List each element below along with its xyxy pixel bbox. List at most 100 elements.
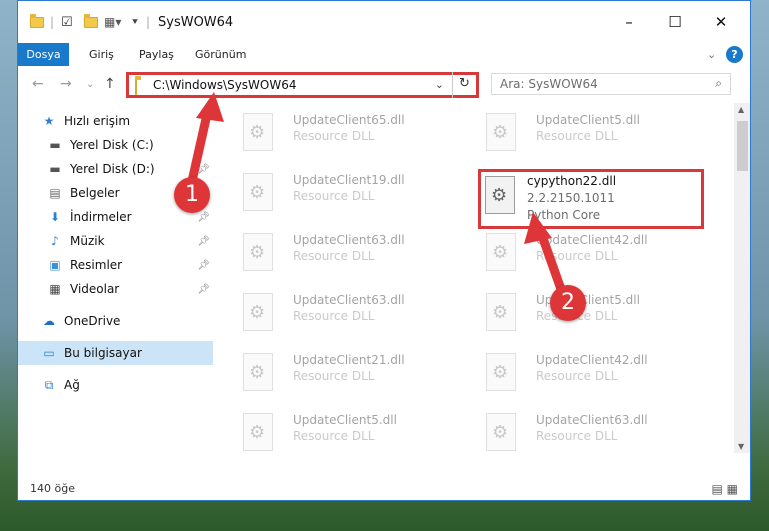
sidebar-item-label: İndirmeler: [70, 210, 132, 224]
minimize-button[interactable]: –: [606, 12, 652, 32]
dll-file-icon: [243, 413, 273, 451]
scroll-up-icon[interactable]: ▲: [738, 105, 744, 114]
list-item[interactable]: UpdateClient65.dll Resource DLL: [235, 107, 445, 163]
view-mode-icons[interactable]: ▤ ▦: [712, 482, 739, 496]
up-arrow-icon[interactable]: ↑: [104, 76, 116, 92]
status-bar: 140 öğe ▤ ▦: [18, 479, 750, 500]
sidebar-item-label: Yerel Disk (D:): [70, 162, 155, 176]
dll-file-icon: [486, 233, 516, 271]
file-type: Resource DLL: [293, 369, 375, 383]
chevron-down-icon[interactable]: ⌄: [707, 43, 716, 66]
forward-arrow-icon[interactable]: →: [60, 76, 72, 92]
search-input[interactable]: Ara: SysWOW64 ⌕: [491, 73, 731, 95]
list-item[interactable]: UpdateClient42.dll Resource DLL: [478, 347, 688, 403]
file-type: Resource DLL: [536, 249, 618, 263]
file-name: UpdateClient63.dll: [293, 233, 405, 247]
list-item[interactable]: UpdateClient21.dll Resource DLL: [235, 347, 445, 403]
close-button[interactable]: ✕: [698, 12, 744, 32]
folder-icon: [30, 12, 44, 32]
address-path[interactable]: C:\Windows\SysWOW64: [153, 78, 297, 92]
sidebar-item-label: OneDrive: [64, 314, 121, 328]
file-type: Resource DLL: [536, 369, 618, 383]
list-item[interactable]: UpdateClient63.dll Resource DLL: [235, 287, 445, 343]
pin-icon[interactable]: 📌︎: [197, 284, 210, 295]
chevron-down-icon[interactable]: ⌄: [435, 78, 444, 91]
pin-icon[interactable]: 📌︎: [197, 164, 210, 175]
file-name: UpdateClient63.dll: [293, 293, 405, 307]
customize-toolbar-icon[interactable]: ▦▾: [104, 12, 121, 32]
tab-paylas[interactable]: Paylaş: [139, 43, 174, 66]
dll-file-icon: [486, 353, 516, 391]
highlight-box: [478, 169, 704, 229]
file-name: UpdateClient5.dll: [536, 113, 640, 127]
list-item[interactable]: UpdateClient42.dll Resource DLL: [478, 227, 688, 283]
tab-dosya[interactable]: Dosya: [18, 43, 69, 66]
sidebar-item-this-pc[interactable]: ▭ Bu bilgisayar: [18, 341, 213, 365]
sidebar-item-drive-d[interactable]: ▬ Yerel Disk (D:) 📌︎: [18, 157, 213, 181]
sidebar-item-label: Hızlı erişim: [64, 114, 131, 128]
computer-icon: ▭: [43, 346, 55, 360]
file-type: Resource DLL: [293, 249, 375, 263]
sidebar-item-label: Resimler: [70, 258, 123, 272]
scroll-down-icon[interactable]: ▼: [738, 442, 744, 451]
separator: |: [146, 15, 151, 29]
maximize-button[interactable]: ☐: [652, 12, 698, 32]
sidebar-item-pictures[interactable]: ▣ Resimler 📌︎: [18, 253, 213, 277]
sidebar-item-onedrive[interactable]: ☁ OneDrive: [18, 309, 213, 333]
back-arrow-icon[interactable]: ←: [32, 76, 44, 92]
pin-icon[interactable]: 📌︎: [197, 260, 210, 271]
vertical-scrollbar[interactable]: ▲ ▼: [734, 103, 750, 453]
cloud-icon: ☁: [43, 314, 55, 328]
file-type: Resource DLL: [293, 309, 375, 323]
scrollbar-thumb[interactable]: [737, 121, 748, 171]
address-row: ← → ⌄ ↑ C:\Windows\SysWOW64 ⌄ ↻ Ara: Sys…: [18, 67, 750, 101]
pin-icon[interactable]: 📌︎: [197, 212, 210, 223]
tab-gorunum[interactable]: Görünüm: [195, 43, 246, 66]
list-item[interactable]: UpdateClient19.dll Resource DLL: [235, 167, 445, 223]
file-type: Resource DLL: [293, 189, 375, 203]
pin-icon[interactable]: 📌︎: [197, 236, 210, 247]
list-item[interactable]: UpdateClient63.dll Resource DLL: [235, 227, 445, 283]
file-name: UpdateClient19.dll: [293, 173, 405, 187]
dll-file-icon: [486, 413, 516, 451]
file-name: UpdateClient63.dll: [536, 413, 648, 427]
sidebar-item-quick-access[interactable]: ★ Hızlı erişim: [18, 109, 213, 133]
file-type: Resource DLL: [293, 129, 375, 143]
pictures-icon: ▣: [49, 258, 61, 272]
drive-icon: ▬: [49, 138, 61, 152]
videos-icon: ▦: [49, 282, 61, 296]
list-item[interactable]: UpdateClient5.dll Resource DLL: [235, 407, 445, 463]
sidebar-item-drive-c[interactable]: ▬ Yerel Disk (C:): [18, 133, 213, 157]
properties-icon[interactable]: ☑: [61, 12, 73, 32]
sidebar-item-network[interactable]: ⧉ Ağ: [18, 373, 213, 397]
new-folder-icon[interactable]: [84, 12, 98, 32]
ribbon-tabs: Dosya Giriş Paylaş Görünüm ⌄ ?: [18, 43, 750, 66]
folder-icon: [135, 79, 137, 95]
tab-giris[interactable]: Giriş: [89, 43, 114, 66]
sidebar-item-label: Ağ: [64, 378, 80, 392]
network-icon: ⧉: [44, 378, 54, 392]
dll-file-icon: [243, 173, 273, 211]
search-placeholder: Ara: SysWOW64: [500, 77, 598, 91]
recent-locations-icon[interactable]: ⌄: [86, 79, 94, 90]
refresh-icon[interactable]: ↻: [452, 72, 476, 98]
sidebar-item-music[interactable]: ♪ Müzik 📌︎: [18, 229, 213, 253]
item-count: 140 öğe: [30, 482, 75, 495]
sidebar-item-label: Belgeler: [70, 186, 120, 200]
file-name: UpdateClient65.dll: [293, 113, 405, 127]
help-icon[interactable]: ?: [726, 46, 743, 63]
music-icon: ♪: [51, 234, 59, 248]
documents-icon: ▤: [49, 186, 61, 200]
sidebar-item-videos[interactable]: ▦ Videolar 📌︎: [18, 277, 213, 301]
list-item[interactable]: UpdateClient63.dll Resource DLL: [478, 407, 688, 463]
window-title: SysWOW64: [158, 15, 234, 30]
quick-access-dropdown-icon[interactable]: ⯆: [131, 12, 139, 32]
address-bar[interactable]: C:\Windows\SysWOW64 ⌄ ↻: [126, 72, 479, 98]
list-item[interactable]: UpdateClient5.dll Resource DLL: [478, 107, 688, 163]
drive-icon: ▬: [49, 162, 61, 176]
file-name: UpdateClient21.dll: [293, 353, 405, 367]
dll-file-icon: [243, 233, 273, 271]
file-name: UpdateClient42.dll: [536, 233, 648, 247]
file-type: Resource DLL: [536, 429, 618, 443]
dll-file-icon: [486, 113, 516, 151]
